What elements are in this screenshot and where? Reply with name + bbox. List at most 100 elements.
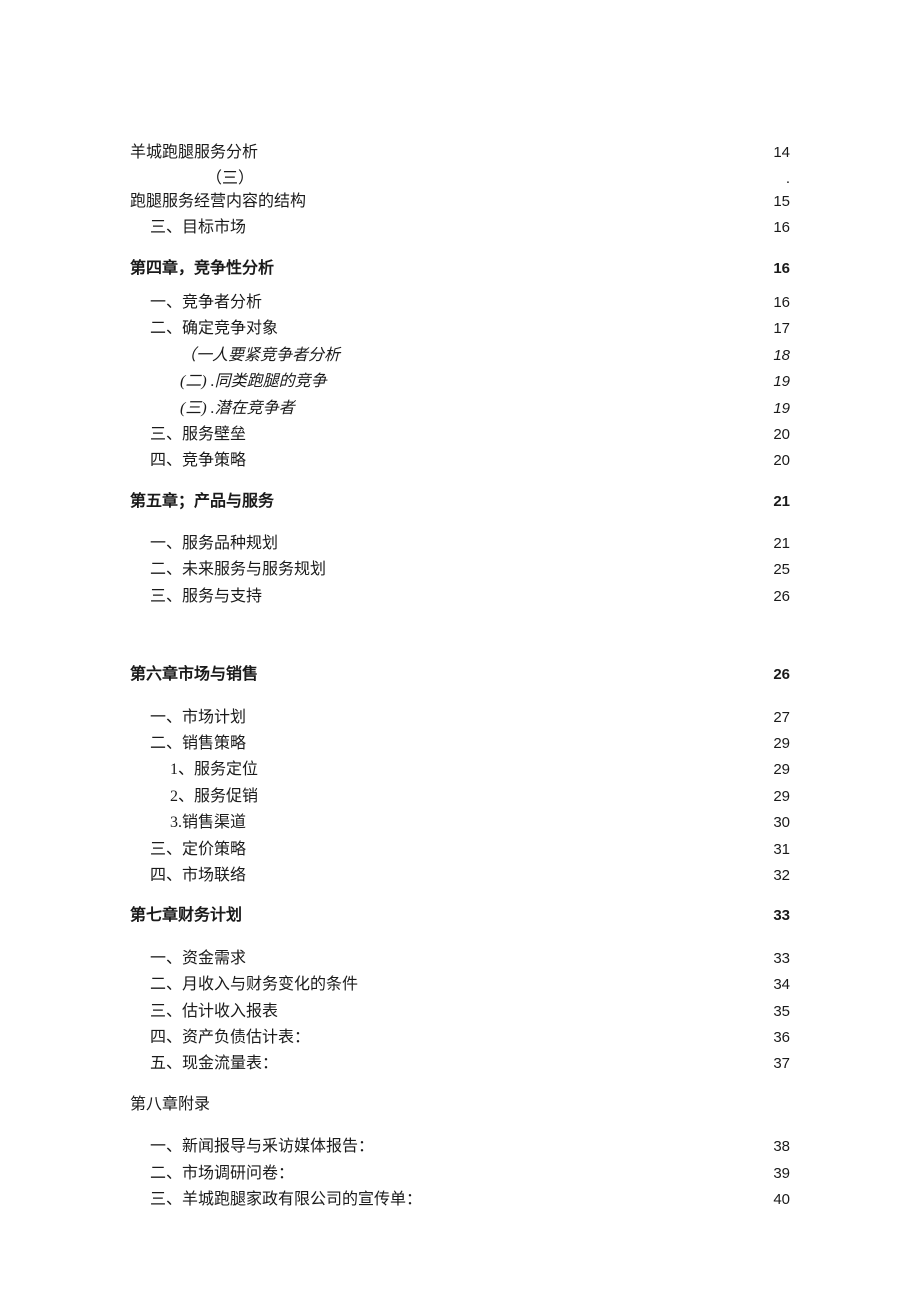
toc-label: 三、服务与支持 [130, 584, 262, 610]
toc-label: 三、目标市场 [130, 215, 246, 241]
toc-entry: 三、羊城跑腿家政有限公司的宣传单： 40 [130, 1187, 790, 1213]
toc-entry: 3.销售渠道 30 [130, 810, 790, 836]
toc-entry: 三、估计收入报表 35 [130, 999, 790, 1025]
toc-label: 1、服务定位 [130, 757, 258, 783]
toc-page-number: 33 [762, 904, 790, 929]
toc-page-number: 19 [762, 397, 790, 422]
toc-page-number: 17 [762, 317, 790, 342]
toc-entry: 跑腿服务经营内容的结构 15 [130, 189, 790, 215]
toc-label: (二) .同类跑腿的竞争 [130, 369, 327, 395]
toc-label: 四、资产负债估计表： [130, 1025, 310, 1051]
toc-entry: 三、目标市场 16 [130, 215, 790, 241]
toc-label: 第七章财务计划 [130, 903, 242, 929]
toc-page-number: 16 [762, 257, 790, 282]
toc-chapter-title: 第四章，竞争性分析 16 [130, 256, 790, 282]
toc-label: 二、月收入与财务变化的条件 [130, 972, 358, 998]
toc-page-number: 29 [762, 785, 790, 810]
toc-page-number: 16 [762, 291, 790, 316]
toc-page-number: 37 [762, 1052, 790, 1077]
toc-page-number: 31 [762, 838, 790, 863]
toc-page-number: 32 [762, 864, 790, 889]
toc-label: 第五章；产品与服务 [130, 489, 274, 515]
toc-page-number: 15 [762, 190, 790, 215]
toc-entry: 四、竞争策略 20 [130, 448, 790, 474]
toc-entry: 二、销售策略 29 [130, 731, 790, 757]
toc-entry: （一人要紧竞争者分析 18 [130, 343, 790, 369]
toc-label: 二、未来服务与服务规划 [130, 557, 326, 583]
toc-page-number: 20 [762, 423, 790, 448]
toc-entry: 三、服务壁垒 20 [130, 422, 790, 448]
toc-page-number: 14 [762, 141, 790, 166]
toc-page-number: 20 [762, 449, 790, 474]
toc-entry: 四、资产负债估计表： 36 [130, 1025, 790, 1051]
toc-page-number: 21 [762, 532, 790, 557]
toc-page-number: 19 [762, 370, 790, 395]
toc-page-number: 36 [762, 1026, 790, 1051]
toc-page-number: 25 [762, 558, 790, 583]
toc-page-number: 35 [762, 1000, 790, 1025]
toc-label: 三、估计收入报表 [130, 999, 278, 1025]
toc-label: （一人要紧竞争者分析 [130, 343, 340, 369]
toc-entry: 二、确定竞争对象 17 [130, 316, 790, 342]
toc-label: (三) .潜在竞争者 [130, 396, 295, 422]
toc-page-number: 21 [762, 490, 790, 515]
toc-chapter-title: 第五章；产品与服务 21 [130, 489, 790, 515]
toc-page-number: 29 [762, 732, 790, 757]
toc-page-number: 16 [762, 216, 790, 241]
toc-page-number: 26 [762, 663, 790, 688]
toc-page-number: 33 [762, 947, 790, 972]
toc-entry: 一、竞争者分析 16 [130, 290, 790, 316]
toc-entry: 二、未来服务与服务规划 25 [130, 557, 790, 583]
toc-entry: 三、服务与支持 26 [130, 584, 790, 610]
toc-label: 二、确定竞争对象 [130, 316, 278, 342]
toc-label: 三、定价策略 [130, 837, 246, 863]
toc-entry: (二) .同类跑腿的竞争 19 [130, 369, 790, 395]
toc-label: 一、市场计划 [130, 705, 246, 731]
toc-page-number: 26 [762, 585, 790, 610]
toc-entry: 四、市场联络 32 [130, 863, 790, 889]
toc-entry: 一、新闻报导与釆访媒体报告： 38 [130, 1134, 790, 1160]
toc-page-marker: . [762, 167, 790, 192]
toc-entry: 二、市场调研问卷： 39 [130, 1161, 790, 1187]
toc-entry: 1、服务定位 29 [130, 757, 790, 783]
toc-label: 跑腿服务经营内容的结构 [130, 189, 306, 215]
toc-entry: (三) .潜在竞争者 19 [130, 396, 790, 422]
toc-page: 羊城跑腿服务分析 14 （三） . 跑腿服务经营内容的结构 15 三、目标市场 … [0, 0, 920, 1313]
toc-chapter-title: 第七章财务计划 33 [130, 903, 790, 929]
toc-label: 四、竞争策略 [130, 448, 246, 474]
toc-label: 一、新闻报导与釆访媒体报告： [130, 1134, 374, 1160]
toc-page-number: 18 [762, 344, 790, 369]
toc-page-number: 30 [762, 811, 790, 836]
toc-label: 四、市场联络 [130, 863, 246, 889]
toc-page-number: 34 [762, 973, 790, 998]
toc-label: 一、资金需求 [130, 946, 246, 972]
toc-page-number: 40 [762, 1188, 790, 1213]
toc-entry: 2、服务促销 29 [130, 784, 790, 810]
toc-label: 二、市场调研问卷： [130, 1161, 294, 1187]
toc-entry: 一、市场计划 27 [130, 705, 790, 731]
toc-label: 三、羊城跑腿家政有限公司的宣传单： [130, 1187, 422, 1213]
toc-label: 一、服务品种规划 [130, 531, 278, 557]
toc-page-number: 29 [762, 758, 790, 783]
toc-page-number: 38 [762, 1135, 790, 1160]
toc-label: 第八章附录 [130, 1092, 210, 1118]
toc-entry: 五、现金流量表： 37 [130, 1051, 790, 1077]
toc-page-number: 39 [762, 1162, 790, 1187]
toc-label: 一、竞争者分析 [130, 290, 262, 316]
toc-entry: 一、资金需求 33 [130, 946, 790, 972]
toc-label: 第四章，竞争性分析 [130, 256, 274, 282]
toc-entry: 羊城跑腿服务分析 14 [130, 140, 790, 166]
toc-label: 羊城跑腿服务分析 [130, 140, 258, 166]
toc-entry: 二、月收入与财务变化的条件 34 [130, 972, 790, 998]
toc-label: 第六章市场与销售 [130, 662, 258, 688]
toc-page-number: 27 [762, 706, 790, 731]
toc-label: 五、现金流量表： [130, 1051, 278, 1077]
toc-label: 2、服务促销 [130, 784, 258, 810]
toc-label: 二、销售策略 [130, 731, 246, 757]
toc-entry: 三、定价策略 31 [130, 837, 790, 863]
toc-chapter-title: 第六章市场与销售 26 [130, 662, 790, 688]
toc-label: 三、服务壁垒 [130, 422, 246, 448]
toc-chapter-title: 第八章附录 [130, 1092, 790, 1118]
toc-label: 3.销售渠道 [130, 810, 246, 836]
toc-entry: 一、服务品种规划 21 [130, 531, 790, 557]
